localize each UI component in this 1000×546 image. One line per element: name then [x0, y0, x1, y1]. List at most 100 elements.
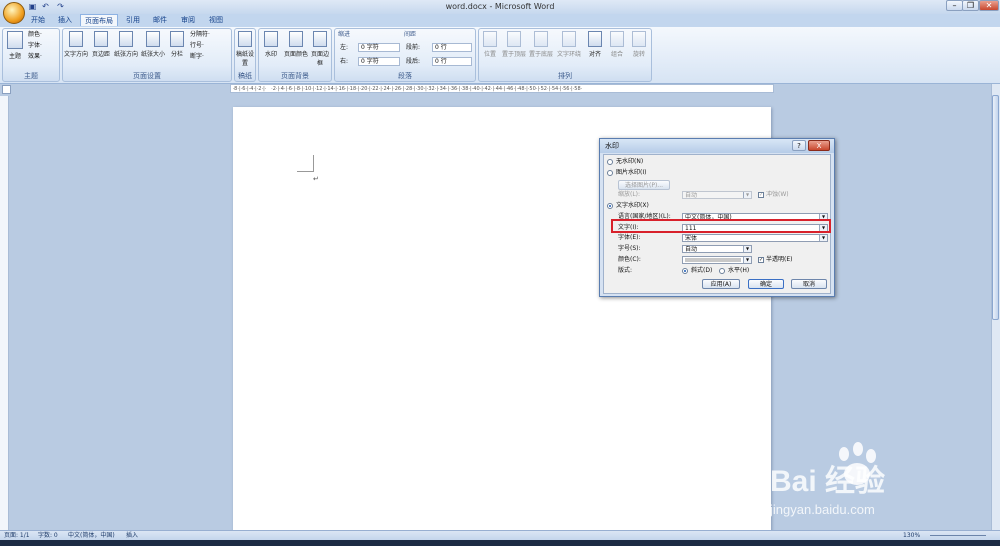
indent-left-input[interactable]: 0 字符: [358, 43, 400, 52]
orientation-icon: [119, 31, 133, 47]
highlight-box: [611, 219, 831, 233]
status-bar: 页面: 1/1 字数: 0 中文(简体，中国) 插入 130%: [0, 530, 1000, 540]
scale-value: 自动: [685, 192, 698, 199]
page-color-label: 页面颜色: [283, 51, 308, 58]
page-color-icon: [289, 31, 303, 47]
dialog-close-button[interactable]: X: [808, 140, 830, 151]
draft-settings-button[interactable]: 稿纸设置: [235, 31, 255, 67]
spacing-after-input[interactable]: 0 行: [432, 57, 472, 66]
font-value: 宋体: [685, 235, 698, 242]
page-color-button[interactable]: 页面颜色: [283, 31, 309, 58]
send-to-back-button[interactable]: 置于底层: [528, 31, 554, 58]
restore-button[interactable]: ❐: [962, 0, 979, 11]
tab-insert[interactable]: 插入: [53, 14, 77, 26]
washout-label: 冲蚀(W): [766, 191, 789, 198]
paw-icon: [839, 442, 876, 485]
orientation-label: 纸张方向: [113, 51, 138, 58]
hyphenation-button[interactable]: 断字·: [190, 53, 204, 61]
draft-paper-icon: [238, 31, 252, 47]
no-watermark-radio[interactable]: [607, 159, 613, 165]
font-select[interactable]: 宋体 ▼: [682, 234, 828, 242]
tab-page-layout[interactable]: 页面布局: [80, 14, 118, 26]
cancel-button[interactable]: 取消: [791, 279, 827, 289]
picture-watermark-label: 图片水印(I): [616, 169, 647, 176]
group-label-paragraph: 段落: [398, 72, 412, 80]
color-select[interactable]: ▼: [682, 256, 752, 264]
orientation-button[interactable]: 纸张方向: [113, 31, 139, 58]
diagonal-radio[interactable]: [682, 268, 688, 274]
tab-mailings[interactable]: 邮件: [148, 14, 172, 26]
align-button[interactable]: 对齐: [585, 31, 605, 58]
horizontal-label: 水平(H): [728, 267, 750, 274]
select-picture-button[interactable]: 选择图片(P)...: [618, 180, 670, 190]
ruler-toggle-button[interactable]: [2, 85, 11, 94]
theme-fonts-button[interactable]: 字体·: [28, 42, 42, 50]
columns-icon: [170, 31, 184, 47]
spacing-before-input[interactable]: 0 行: [432, 43, 472, 52]
position-button[interactable]: 位置: [480, 31, 500, 58]
group-objects-button[interactable]: 组合: [607, 31, 627, 58]
help-button[interactable]: ?: [792, 140, 806, 151]
columns-button[interactable]: 分栏: [167, 31, 187, 58]
scale-select[interactable]: 自动 ▼: [682, 191, 752, 199]
indent-left-label: 左:: [340, 44, 349, 51]
size-select[interactable]: 自动 ▼: [682, 245, 752, 253]
vertical-ruler[interactable]: [0, 96, 9, 530]
theme-button[interactable]: 主题: [5, 31, 25, 60]
theme-colors-button[interactable]: 颜色·: [28, 31, 42, 39]
rotate-icon: [632, 31, 646, 47]
align-label: 对齐: [588, 51, 601, 58]
watermark-button[interactable]: 水印: [260, 31, 282, 58]
minimize-button[interactable]: –: [946, 0, 963, 11]
chevron-down-icon: ▼: [743, 246, 751, 252]
margin-corner-mark: [297, 155, 314, 172]
bring-to-front-button[interactable]: 置于顶层: [501, 31, 527, 58]
color-swatch: [685, 258, 741, 262]
word-count[interactable]: 字数: 0: [38, 531, 58, 540]
washout-checkbox[interactable]: ✓: [758, 192, 764, 198]
chevron-down-icon: ▼: [743, 192, 751, 198]
page-borders-label: 页面边框: [310, 51, 329, 67]
text-wrap-button[interactable]: 文字环绕: [555, 31, 583, 58]
tab-home[interactable]: 开始: [26, 14, 50, 26]
spacing-label: 间距: [404, 31, 417, 38]
semitransparent-checkbox[interactable]: ✓: [758, 257, 764, 263]
horizontal-ruler[interactable]: ·8·|·6·|·4·|·2·|· ·2·|·4·|·6·|·8·|·10·|·…: [230, 84, 774, 93]
rotate-button[interactable]: 旋转: [629, 31, 649, 58]
tab-references[interactable]: 引用: [121, 14, 145, 26]
theme-effects-button[interactable]: 效果·: [28, 53, 42, 61]
tab-view[interactable]: 视图: [204, 14, 228, 26]
ok-button[interactable]: 确定: [748, 279, 784, 289]
zoom-slider[interactable]: [930, 535, 986, 536]
zoom-level[interactable]: 130%: [903, 531, 920, 540]
margins-button[interactable]: 页边距: [90, 31, 112, 58]
group-label-page-background: 页面背景: [281, 72, 309, 80]
size-button[interactable]: 纸张大小: [140, 31, 166, 58]
text-watermark-radio[interactable]: [607, 203, 613, 209]
close-window-button[interactable]: ✕: [979, 0, 999, 11]
insert-mode[interactable]: 插入: [126, 531, 138, 540]
text-direction-button[interactable]: 文字方向: [63, 31, 89, 58]
language-status[interactable]: 中文(简体，中国): [68, 531, 115, 540]
text-wrap-label: 文字环绕: [556, 51, 581, 58]
indent-right-input[interactable]: 0 字符: [358, 57, 400, 66]
scale-label: 缩放(L):: [618, 191, 641, 198]
page-count[interactable]: 页面: 1/1: [4, 531, 30, 540]
rotate-label: 旋转: [632, 51, 645, 58]
size-value: 自动: [685, 246, 698, 253]
theme-icon: [7, 31, 23, 49]
scrollbar-thumb[interactable]: [992, 95, 999, 320]
picture-watermark-radio[interactable]: [607, 170, 613, 176]
page-borders-button[interactable]: 页面边框: [310, 31, 330, 67]
breaks-button[interactable]: 分隔符·: [190, 31, 210, 39]
group-label-theme: 主题: [24, 72, 38, 80]
tab-review[interactable]: 审阅: [176, 14, 200, 26]
office-button[interactable]: [3, 2, 25, 24]
text-wrap-icon: [562, 31, 576, 47]
line-numbers-button[interactable]: 行号·: [190, 42, 204, 50]
baidu-jingyan-watermark: Bai 经验 jingyan.baidu.com: [770, 438, 1000, 528]
margins-label: 页边距: [91, 51, 110, 58]
indent-right-label: 右:: [340, 58, 349, 65]
horizontal-radio[interactable]: [719, 268, 725, 274]
apply-button[interactable]: 应用(A): [702, 279, 740, 289]
